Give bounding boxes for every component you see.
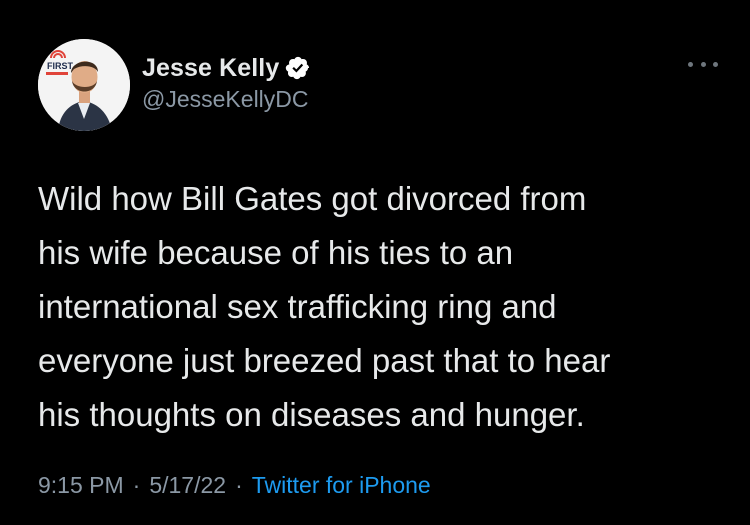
verified-badge-icon — [285, 55, 311, 81]
author-info: Jesse Kelly @JesseKellyDC — [142, 51, 311, 113]
avatar-badge-text: FIRST — [47, 61, 74, 71]
meta-separator: · — [235, 472, 243, 498]
avatar-image: FIRST — [38, 39, 130, 131]
more-dot — [700, 61, 706, 67]
author-handle[interactable]: @JesseKellyDC — [142, 86, 311, 113]
meta-separator: · — [132, 472, 141, 498]
author-name-row: Jesse Kelly — [142, 51, 311, 85]
tweet-text: Wild how Bill Gates got divorced from hi… — [38, 180, 611, 433]
tweet-card: FIRST Jesse Kelly @JesseKellyDC Wild how… — [0, 0, 750, 525]
more-dot — [713, 61, 718, 67]
tweet-header: FIRST Jesse Kelly @JesseKellyDC — [38, 39, 718, 133]
tweet-source-link[interactable]: Twitter for iPhone — [252, 472, 431, 499]
tweet-time[interactable]: 9:15 PM — [38, 472, 124, 499]
avatar[interactable]: FIRST — [38, 39, 130, 131]
tweet-date[interactable]: 5/17/22 — [149, 472, 226, 499]
tweet-meta: 9:15 PM · 5/17/22 · Twitter for iPhone — [38, 472, 431, 499]
more-options-icon[interactable] — [688, 57, 718, 71]
more-dot — [688, 61, 693, 67]
author-display-name[interactable]: Jesse Kelly — [142, 54, 279, 83]
